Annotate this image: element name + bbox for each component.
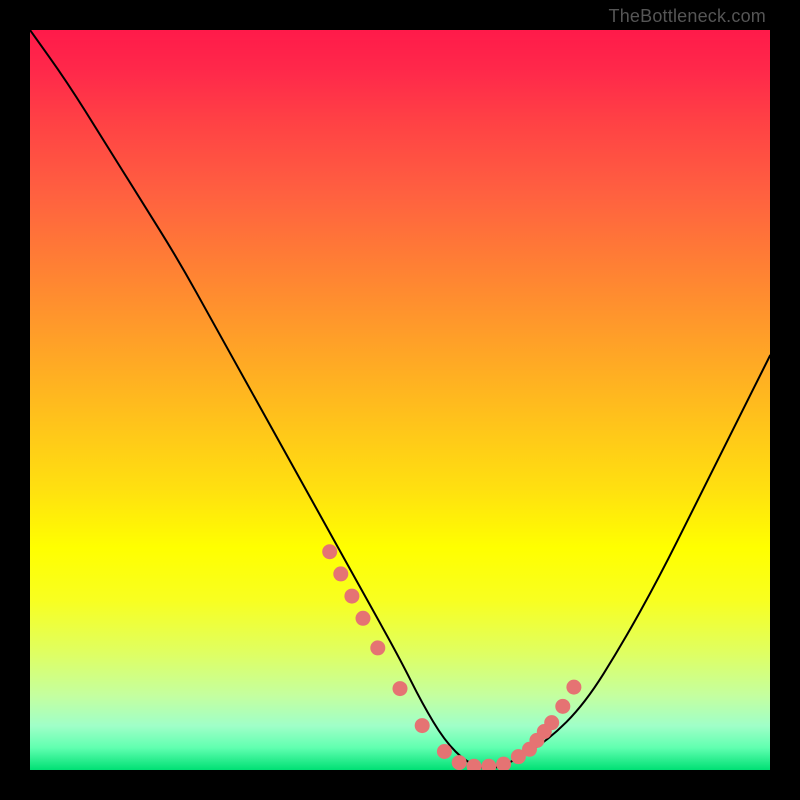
marker-dot: [370, 640, 385, 655]
marker-dot: [467, 759, 482, 770]
marker-dot: [481, 759, 496, 770]
bottleneck-curve-path: [30, 30, 770, 768]
marker-dots: [322, 544, 581, 770]
marker-dot: [544, 715, 559, 730]
plot-area: [30, 30, 770, 770]
bottleneck-chart: TheBottleneck.com: [0, 0, 800, 800]
marker-dot: [344, 589, 359, 604]
marker-dot: [496, 757, 511, 770]
marker-dot: [393, 681, 408, 696]
marker-dot: [356, 611, 371, 626]
marker-dot: [452, 755, 467, 770]
attribution-text: TheBottleneck.com: [609, 6, 766, 27]
marker-dot: [555, 699, 570, 714]
bottleneck-curve: [30, 30, 770, 768]
marker-dot: [322, 544, 337, 559]
marker-dot: [333, 566, 348, 581]
marker-dot: [415, 718, 430, 733]
marker-dot: [566, 680, 581, 695]
curve-svg: [30, 30, 770, 770]
marker-dot: [437, 744, 452, 759]
